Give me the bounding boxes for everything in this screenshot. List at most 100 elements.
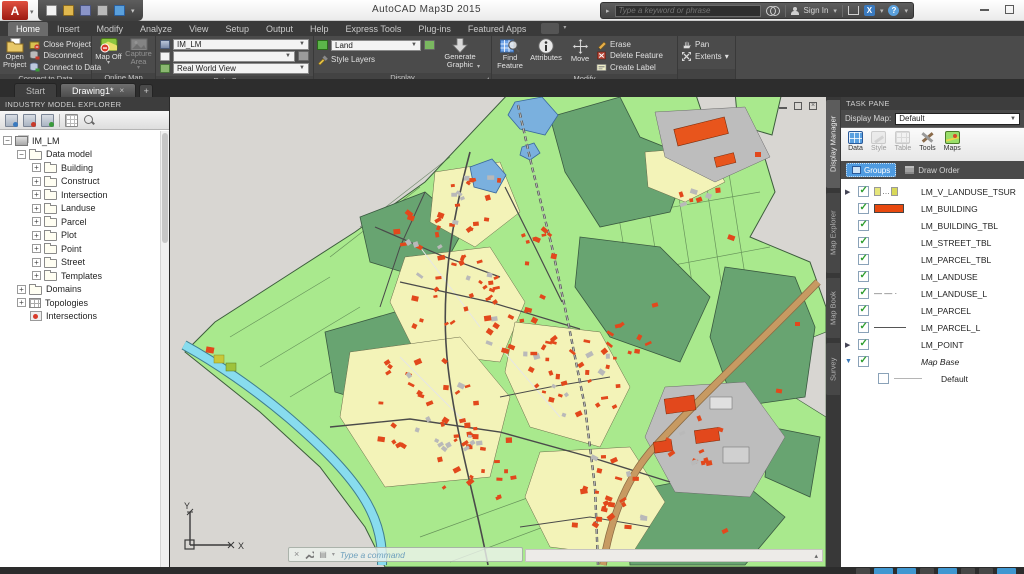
ribbon-tab-modify[interactable]: Modify: [89, 22, 132, 36]
connect-to-data-button[interactable]: Connect to Data: [29, 62, 101, 72]
explorer-search-icon[interactable]: [83, 114, 96, 127]
tree-item-building[interactable]: +Building: [0, 161, 160, 175]
expand-icon[interactable]: +: [32, 244, 41, 253]
layer-checkbox[interactable]: [858, 356, 869, 367]
sign-in-button[interactable]: Sign In: [804, 6, 829, 15]
expand-icon[interactable]: +: [17, 298, 26, 307]
tree-item-plot[interactable]: +Plot: [0, 229, 160, 243]
status-toggle[interactable]: [897, 568, 916, 574]
erase-button[interactable]: Erase: [596, 39, 663, 49]
layer-row[interactable]: Default: [841, 370, 1024, 387]
tab-display-manager[interactable]: Display Manager: [826, 100, 840, 188]
workspace-icon[interactable]: [114, 5, 125, 16]
layer-checkbox[interactable]: [858, 254, 869, 265]
layer-row[interactable]: LM_BUILDING: [841, 200, 1024, 217]
command-line[interactable]: × ▤ ▾ Type a command: [288, 547, 523, 562]
viewport-close-icon[interactable]: ×: [809, 102, 817, 110]
move-button[interactable]: Move: [567, 38, 593, 71]
command-recent-icon[interactable]: ▤: [319, 550, 327, 559]
table-tool-button[interactable]: Table: [895, 131, 912, 152]
layer-row[interactable]: LM_PARCEL: [841, 302, 1024, 319]
help-dropdown-icon[interactable]: ▾: [904, 7, 908, 15]
tab-drawing1[interactable]: Drawing1* ×: [60, 83, 136, 97]
expand-icon[interactable]: +: [32, 217, 41, 226]
find-feature-button[interactable]: Find Feature: [495, 38, 525, 71]
exchange-dropdown-icon[interactable]: ▾: [880, 7, 884, 15]
sign-in-dropdown-icon[interactable]: ▾: [833, 7, 837, 15]
expand-icon[interactable]: +: [32, 190, 41, 199]
draw-order-button[interactable]: Draw Order: [905, 166, 959, 175]
tab-map-book[interactable]: Map Book: [826, 278, 840, 338]
ribbon-tab-setup[interactable]: Setup: [217, 22, 257, 36]
tab-start[interactable]: Start: [14, 83, 57, 97]
layer-checkbox[interactable]: [858, 271, 869, 282]
explorer-scrollbar[interactable]: [160, 131, 169, 567]
extents-button[interactable]: Extents ▾: [681, 51, 729, 61]
data-source-options-icon[interactable]: [298, 51, 309, 61]
tree-item-construct[interactable]: +Construct: [0, 175, 160, 189]
expand-icon[interactable]: +: [32, 204, 41, 213]
app-menu-dropdown-icon[interactable]: ▾: [30, 8, 34, 16]
generate-graphic-dropdown-icon[interactable]: ▾: [477, 65, 480, 70]
tree-item-intersection[interactable]: +Intersection: [0, 188, 160, 202]
explorer-table-check-icon[interactable]: [65, 114, 78, 127]
ribbon-tab-plug-ins[interactable]: Plug-ins: [410, 22, 459, 36]
ribbon-tab-featured-apps[interactable]: Featured Apps: [460, 22, 535, 36]
status-toggle[interactable]: [874, 568, 893, 574]
combo-arrow-icon[interactable]: ▼: [1010, 116, 1016, 122]
command-tools-icon[interactable]: [304, 550, 314, 560]
data-tool-button[interactable]: Data: [848, 131, 863, 152]
ribbon-tab-analyze[interactable]: Analyze: [132, 22, 180, 36]
open-file-icon[interactable]: [63, 5, 74, 16]
tree-item-landuse[interactable]: +Landuse: [0, 202, 160, 216]
groups-button[interactable]: Groups: [846, 163, 896, 177]
tree-item-parcel[interactable]: +Parcel: [0, 215, 160, 229]
expand-icon[interactable]: +: [32, 177, 41, 186]
ribbon-tab-insert[interactable]: Insert: [49, 22, 88, 36]
combo-arrow-icon[interactable]: ▼: [411, 42, 417, 48]
exchange-apps-icon[interactable]: X: [864, 5, 875, 16]
tree-item-street[interactable]: +Street: [0, 256, 160, 270]
style-tool-button[interactable]: Style: [871, 131, 887, 152]
display-map-tools-icon[interactable]: [424, 40, 435, 50]
expand-icon[interactable]: +: [32, 258, 41, 267]
explorer-detach-icon[interactable]: [23, 114, 36, 127]
combo-arrow-icon[interactable]: ▼: [299, 65, 305, 71]
search-binoculars-icon[interactable]: [766, 6, 780, 15]
tree-item-domains[interactable]: +Domains: [0, 283, 160, 297]
map-off-button[interactable]: Map Off ▾: [95, 38, 122, 71]
new-file-icon[interactable]: [46, 5, 57, 16]
map-drawing[interactable]: [170, 97, 826, 567]
expand-icon[interactable]: +: [32, 271, 41, 280]
scrollbar-thumb[interactable]: [162, 133, 168, 243]
layer-row[interactable]: LM_BUILDING_TBL: [841, 217, 1024, 234]
maps-tool-button[interactable]: Maps: [944, 131, 961, 152]
status-toggle[interactable]: [961, 568, 975, 574]
qat-customize-dropdown-icon[interactable]: ▾: [131, 7, 135, 15]
tree-item-data-model[interactable]: −Data model: [0, 148, 160, 162]
layer-row[interactable]: LM_PARCEL_L: [841, 319, 1024, 336]
display-map-select[interactable]: Default ▼: [895, 113, 1020, 125]
autocad-logo-button[interactable]: A: [2, 1, 28, 20]
open-project-button[interactable]: Open Project: [3, 38, 26, 71]
expand-icon[interactable]: +: [32, 231, 41, 240]
tree-item-topologies[interactable]: +Topologies: [0, 296, 160, 310]
combo-arrow-icon[interactable]: ▼: [285, 53, 291, 59]
ribbon-display-toggle-icon[interactable]: [541, 23, 559, 34]
layer-row[interactable]: ▶ … LM_V_LANDUSE_TSUR: [841, 183, 1024, 200]
data-source-combo[interactable]: IM_LM ▼: [173, 39, 309, 50]
layer-checkbox[interactable]: [858, 203, 869, 214]
layer-checkbox[interactable]: [858, 186, 869, 197]
save-icon[interactable]: [80, 5, 91, 16]
tree-item-intersections[interactable]: Intersections: [0, 310, 160, 324]
explorer-refresh-icon[interactable]: [41, 114, 54, 127]
pan-button[interactable]: Pan: [681, 39, 709, 49]
expand-icon[interactable]: +: [32, 163, 41, 172]
view-combo[interactable]: Real World View ▼: [173, 63, 309, 74]
display-layer-combo[interactable]: Land ▼: [331, 40, 421, 51]
ribbon-tab-express-tools[interactable]: Express Tools: [338, 22, 410, 36]
command-close-icon[interactable]: ×: [294, 550, 299, 559]
horizontal-scrollbar[interactable]: ▴: [525, 549, 823, 562]
layer-checkbox[interactable]: [858, 322, 869, 333]
ribbon-tab-output[interactable]: Output: [258, 22, 301, 36]
